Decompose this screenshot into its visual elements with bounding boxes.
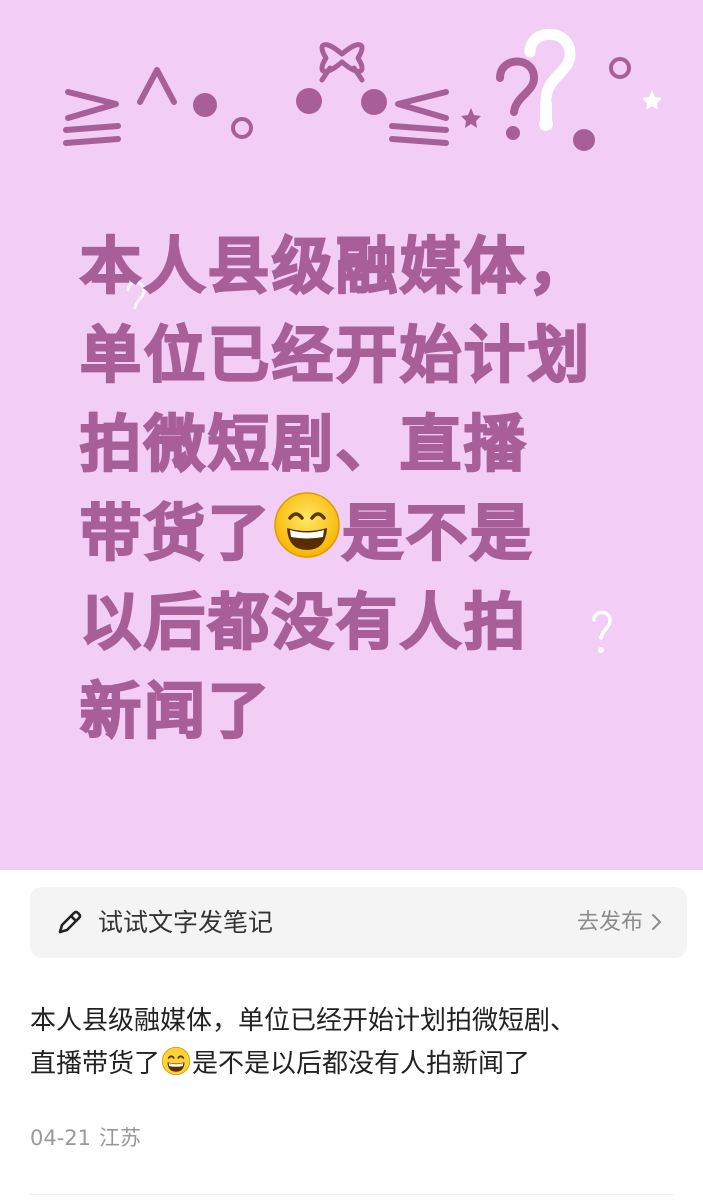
grinning-face-emoji-small bbox=[161, 1046, 191, 1076]
chevron-right-icon bbox=[652, 914, 661, 930]
headline-line-3: 拍微短剧、直播 bbox=[79, 408, 529, 481]
headline-line-4-a: 带货了 bbox=[79, 497, 273, 570]
publish-bar[interactable]: 试试文字发笔记 去发布 bbox=[30, 887, 687, 958]
headline-line-5: 以后都没有人拍 bbox=[79, 586, 529, 659]
cover-image[interactable]: 本人县级融媒体， 单位已经开始计划 拍微短剧、直播 带货了 是不是 以后都没有人… bbox=[0, 0, 703, 870]
cover-headline: 本人县级融媒体， 单位已经开始计划 拍微短剧、直播 带货了 是不是 以后都没有人… bbox=[79, 222, 680, 756]
publish-action-button[interactable]: 去发布 bbox=[577, 887, 663, 958]
publish-placeholder: 试试文字发笔记 bbox=[98, 908, 274, 937]
headline-line-4: 带货了 是不是 bbox=[79, 489, 680, 578]
publish-action-label: 去发布 bbox=[576, 910, 643, 935]
note-meta: 04-21 江苏 bbox=[30, 1122, 141, 1154]
grinning-face-emoji bbox=[274, 492, 340, 558]
headline-line-4-b: 是不是 bbox=[341, 497, 535, 570]
headline-line-2: 单位已经开始计划 bbox=[79, 319, 593, 392]
headline-line-6: 新闻了 bbox=[79, 675, 273, 748]
note-location: 江苏 bbox=[99, 1126, 142, 1150]
note-text-line-2-a: 直播带货了 bbox=[30, 1049, 161, 1079]
note-text-line-2-b: 是不是以后都没有人拍新闻了 bbox=[192, 1049, 531, 1079]
headline-line-1: 本人县级融媒体， bbox=[79, 230, 593, 303]
note-text-line-2: 直播带货了 是不是以后都没有人拍新闻了 bbox=[30, 1043, 680, 1086]
note-text-line-1: 本人县级融媒体，单位已经开始计划拍微短剧、 bbox=[30, 1006, 577, 1036]
pencil-icon bbox=[58, 910, 82, 934]
note-text: 本人县级融媒体，单位已经开始计划拍微短剧、 直播带货了 是不是以后都没有人拍新闻… bbox=[30, 1000, 680, 1086]
divider bbox=[30, 1194, 673, 1195]
note-date: 04-21 bbox=[30, 1126, 92, 1150]
